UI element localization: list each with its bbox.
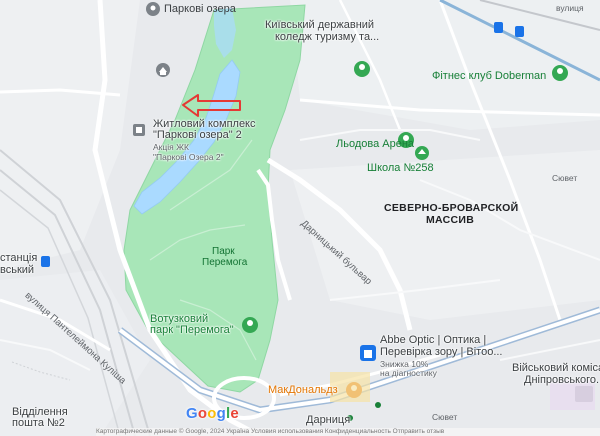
- label-akcia-2: "Паркові Озера 2": [153, 152, 224, 162]
- label-street-topright: вулиця: [556, 3, 584, 13]
- shopping-icon: [360, 345, 376, 361]
- label-kyiv-college-1[interactable]: Київський державний: [265, 19, 374, 31]
- park-votuzkovyi-pin: [242, 317, 258, 333]
- label-abbe-2[interactable]: Перевірка зору | Вітоо...: [380, 346, 503, 358]
- logo-letter-g: G: [186, 405, 198, 422]
- school-pin: [415, 146, 429, 160]
- label-zhytlovyi-2[interactable]: "Паркові озера" 2: [153, 129, 242, 141]
- logo-letter-e: e: [230, 405, 239, 422]
- logo-letter-g2: g: [216, 405, 226, 422]
- metro-icon-3: [41, 256, 50, 267]
- label-parkovi-ozera[interactable]: Паркові озера: [164, 3, 236, 15]
- label-station-1: станція: [0, 252, 38, 264]
- label-district-line1: СЕВЕРНО-БРОВАРСКОЙ: [384, 202, 519, 214]
- label-abbe-4: на діагностику: [380, 368, 437, 378]
- label-school[interactable]: Школа №258: [367, 162, 434, 174]
- label-lodova-arena[interactable]: Льодова Арена: [336, 138, 414, 150]
- place-pin-top: [146, 2, 160, 16]
- metro-icon-2: [515, 26, 524, 37]
- park-pin-top: [354, 61, 370, 77]
- label-district-line2: МАССИВ: [426, 214, 475, 226]
- label-abbe-1[interactable]: Abbe Optic | Оптика |: [380, 334, 486, 346]
- google-logo: Google: [186, 405, 239, 422]
- map-attribution-footer[interactable]: Картографические данные © Google, 2024 У…: [96, 428, 600, 436]
- metro-icon-1: [494, 22, 503, 33]
- map-canvas: [0, 0, 600, 436]
- fitness-pin: [552, 65, 568, 81]
- map-view[interactable]: Паркові озера Київський державний коледж…: [0, 0, 600, 436]
- label-darnytsia[interactable]: Дарниця: [306, 414, 350, 426]
- label-mcdonalds[interactable]: МакДональдз: [268, 384, 338, 396]
- logo-letter-o1: o: [197, 405, 208, 422]
- label-syuvet-1: Сювет: [552, 173, 578, 183]
- label-fitness-club[interactable]: Фітнес клуб Doberman: [432, 70, 546, 82]
- label-station-2: вський: [0, 264, 35, 276]
- label-park-peremoha-2[interactable]: Перемога: [202, 257, 247, 269]
- label-votuzkovyi-2[interactable]: парк "Перемога": [150, 324, 234, 336]
- label-military-1[interactable]: Військовий комісаріат: [512, 362, 600, 374]
- label-kyiv-college-2[interactable]: коледж туризму та...: [275, 31, 379, 43]
- home-pin: [156, 63, 170, 77]
- label-viddilennia-2[interactable]: пошта №2: [12, 417, 65, 429]
- label-syuvet-2: Сювет: [432, 412, 458, 422]
- logo-letter-o2: o: [207, 405, 217, 422]
- label-military-2[interactable]: Дніпровського...: [524, 374, 600, 386]
